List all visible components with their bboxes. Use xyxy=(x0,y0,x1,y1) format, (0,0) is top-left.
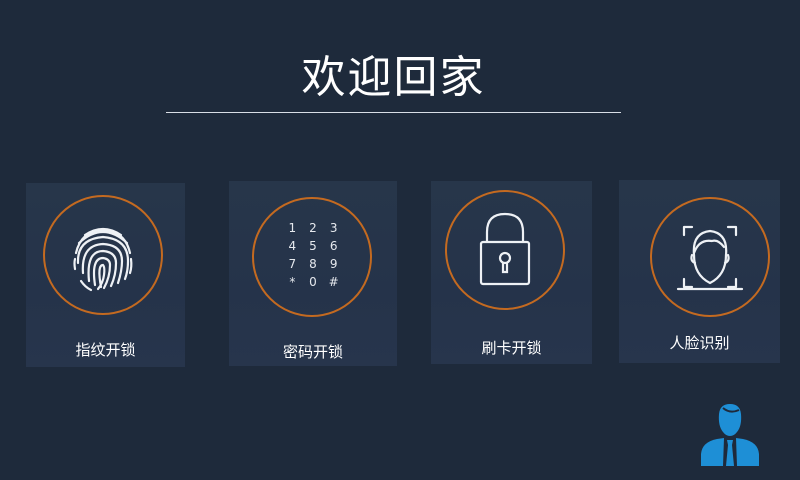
card-ring xyxy=(445,190,565,310)
card-unlock-label: 刷卡开锁 xyxy=(481,339,542,357)
keypad-key: 7 xyxy=(288,257,297,271)
fingerprint-unlock-label: 指纹开锁 xyxy=(75,341,136,359)
user-icon xyxy=(701,404,759,466)
page-title: 欢迎回家 xyxy=(301,52,486,103)
keypad-icon: 1 2 3 4 5 6 7 8 9 * 0 # xyxy=(282,221,344,290)
padlock-icon xyxy=(479,212,531,286)
keypad-key: 5 xyxy=(309,239,317,253)
face-ring xyxy=(650,197,770,317)
card-unlock-button[interactable]: 刷卡开锁 xyxy=(431,181,592,364)
keypad-key: 4 xyxy=(288,239,297,253)
fingerprint-ring xyxy=(43,195,163,315)
keypad-key: 1 xyxy=(288,221,297,235)
keypad-key: 8 xyxy=(309,257,317,271)
keypad-key: 2 xyxy=(309,221,317,235)
password-ring: 1 2 3 4 5 6 7 8 9 * 0 # xyxy=(252,197,372,317)
keypad-key: * xyxy=(289,275,296,289)
home-screen: 欢迎回家 指纹开锁 1 2 3 4 5 6 7 8 9 * 0 # 密码开锁 刷… xyxy=(0,0,800,480)
title-divider xyxy=(166,112,621,113)
keypad-key: 9 xyxy=(329,257,338,271)
keypad-key: 6 xyxy=(329,239,338,253)
fingerprint-unlock-button[interactable]: 指纹开锁 xyxy=(26,183,185,367)
keypad-key: 0 xyxy=(309,275,317,289)
password-unlock-label: 密码开锁 xyxy=(282,343,343,361)
keypad-key: # xyxy=(328,275,339,289)
face-unlock-label: 人脸识别 xyxy=(669,334,730,352)
fingerprint-icon xyxy=(73,227,133,292)
face-unlock-button[interactable]: 人脸识别 xyxy=(619,180,780,363)
password-unlock-button[interactable]: 1 2 3 4 5 6 7 8 9 * 0 # 密码开锁 xyxy=(229,181,397,366)
keypad-key: 3 xyxy=(329,221,338,235)
face-scan-icon xyxy=(676,225,744,291)
user-button[interactable] xyxy=(699,402,761,468)
